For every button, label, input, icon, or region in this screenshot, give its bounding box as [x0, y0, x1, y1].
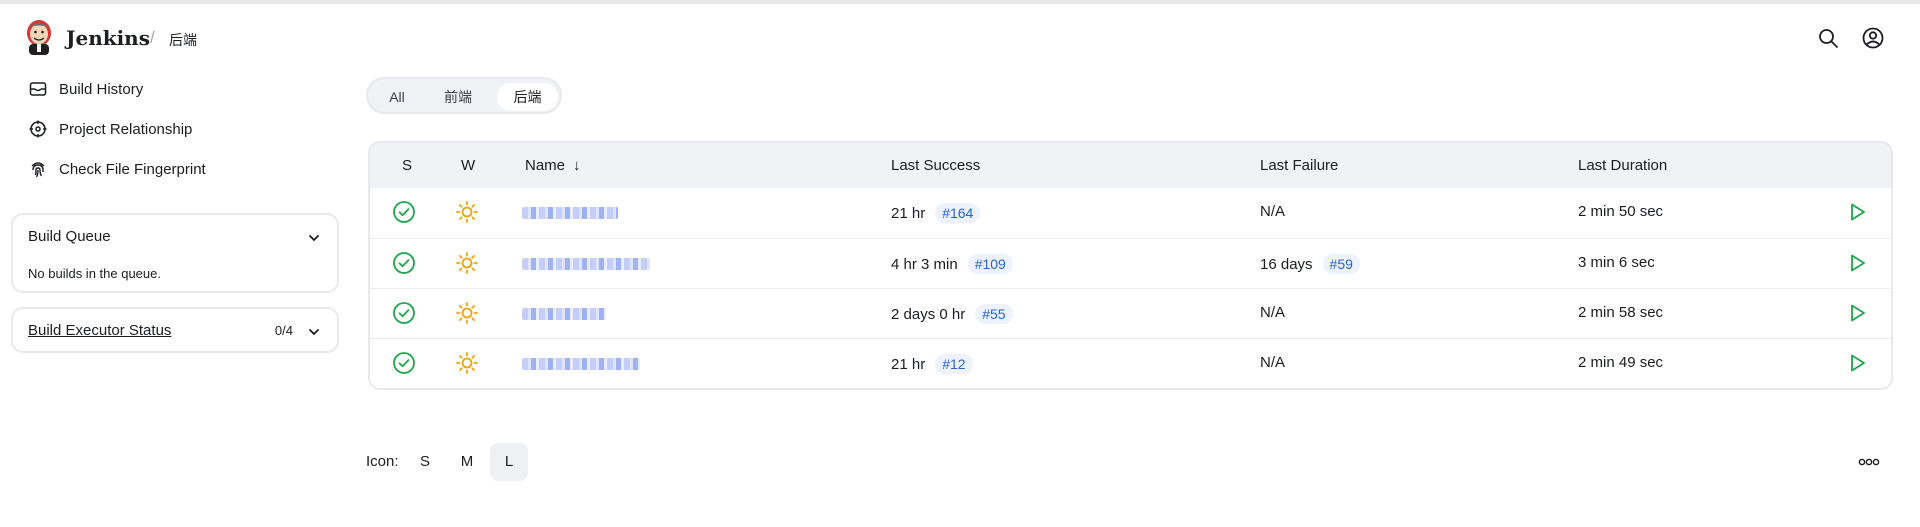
sidebar-item-project-relationship[interactable]: Project Relationship — [28, 119, 192, 139]
last-failure-time: N/A — [1260, 304, 1286, 321]
sidebar-item-label: Project Relationship — [59, 120, 193, 138]
sunny-weather-icon — [456, 352, 478, 374]
last-duration-cell: 2 min 50 sec — [1578, 203, 1664, 220]
redacted-job-name — [522, 308, 606, 320]
job-name-link[interactable] — [522, 206, 618, 219]
icon-size-large-button[interactable]: L — [490, 443, 528, 481]
chevron-down-icon[interactable] — [307, 231, 321, 245]
job-name-link[interactable] — [522, 307, 606, 320]
column-header-status[interactable]: S — [402, 157, 412, 174]
project-relationship-icon — [29, 120, 47, 138]
success-status-icon — [393, 252, 415, 274]
chevron-down-icon[interactable] — [307, 325, 321, 339]
redacted-job-name — [522, 358, 640, 370]
last-failure-time: N/A — [1260, 354, 1286, 371]
table-row: 4 hr 3 min #109 16 days #59 3 min 6 sec — [370, 238, 1891, 288]
build-queue-panel: Build Queue No builds in the queue. — [11, 213, 339, 293]
sort-arrow-icon: ↓ — [573, 157, 581, 174]
column-header-weather[interactable]: W — [461, 157, 475, 174]
breadcrumb-separator: / — [150, 28, 155, 47]
sunny-weather-icon — [456, 302, 478, 324]
redacted-job-name — [522, 207, 618, 219]
last-failure-cell: N/A — [1260, 304, 1285, 321]
run-build-icon[interactable] — [1845, 251, 1869, 275]
build-queue-empty-text: No builds in the queue. — [28, 266, 161, 281]
user-icon[interactable] — [1861, 26, 1885, 50]
run-build-icon[interactable] — [1845, 351, 1869, 375]
app-brand[interactable]: Jenkins — [66, 26, 150, 50]
icon-size-small-button[interactable]: S — [406, 443, 444, 481]
success-status-icon — [393, 352, 415, 374]
icon-size-medium-button[interactable]: M — [448, 443, 486, 481]
run-build-icon[interactable] — [1845, 200, 1869, 224]
last-failure-time: 16 days — [1260, 256, 1313, 273]
last-success-build-link[interactable]: #109 — [967, 254, 1013, 274]
last-success-time: 21 hr — [891, 205, 926, 222]
column-header-last-success[interactable]: Last Success — [891, 157, 980, 174]
last-failure-time: N/A — [1260, 203, 1286, 220]
build-executor-panel: Build Executor Status 0/4 — [11, 307, 339, 353]
column-header-last-duration[interactable]: Last Duration — [1578, 157, 1667, 174]
executor-count: 0/4 — [274, 323, 293, 338]
last-success-cell: 2 days 0 hr #55 — [891, 304, 1013, 324]
sidebar-item-build-history[interactable]: Build History — [28, 79, 143, 99]
build-history-icon — [29, 82, 47, 96]
last-failure-cell: N/A — [1260, 203, 1285, 220]
sunny-weather-icon — [456, 201, 478, 223]
success-status-icon — [393, 302, 415, 324]
redacted-job-name — [522, 258, 650, 270]
sunny-weather-icon — [456, 252, 478, 274]
search-icon[interactable] — [1816, 26, 1840, 50]
tab-frontend[interactable]: 前端 — [438, 83, 478, 111]
sidebar-item-check-file-fingerprint[interactable]: Check File Fingerprint — [28, 159, 206, 179]
breadcrumb-current[interactable]: 后端 — [169, 30, 197, 50]
last-duration-cell: 3 min 6 sec — [1578, 254, 1655, 271]
column-header-last-failure[interactable]: Last Failure — [1260, 157, 1338, 174]
last-failure-cell: N/A — [1260, 354, 1285, 371]
sidebar-item-label: Build History — [59, 80, 144, 98]
table-row: 2 days 0 hr #55 N/A 2 min 58 sec — [370, 288, 1891, 338]
last-success-build-link[interactable]: #55 — [975, 304, 1013, 324]
build-executor-link[interactable]: Build Executor Status — [28, 322, 171, 339]
last-success-cell: 4 hr 3 min #109 — [891, 254, 1013, 274]
job-name-link[interactable] — [522, 357, 640, 370]
last-success-cell: 21 hr #164 — [891, 203, 981, 223]
tab-backend[interactable]: 后端 — [497, 83, 558, 111]
fingerprint-icon — [31, 162, 45, 178]
more-options-icon[interactable] — [1858, 457, 1880, 467]
last-failure-build-link[interactable]: #59 — [1322, 254, 1360, 274]
view-tabs: All 前端 后端 — [366, 77, 562, 114]
last-duration-cell: 2 min 58 sec — [1578, 304, 1664, 321]
run-build-icon[interactable] — [1845, 301, 1869, 325]
column-header-name-label: Name — [525, 157, 566, 174]
last-success-cell: 21 hr #12 — [891, 354, 973, 374]
last-success-build-link[interactable]: #12 — [935, 354, 973, 374]
page-header: Jenkins / 后端 — [0, 4, 1920, 70]
jobs-table-body: 21 hr #164 N/A 2 min 50 sec 4 hr 3 min #10… — [370, 188, 1891, 388]
sidebar-item-label: Check File Fingerprint — [59, 160, 206, 178]
jobs-table: S W Name ↓ Last Success Last Failure Last… — [368, 141, 1893, 390]
last-success-build-link[interactable]: #164 — [935, 203, 981, 223]
jenkins-logo[interactable] — [22, 18, 56, 56]
last-success-time: 21 hr — [891, 356, 926, 373]
tab-all[interactable]: All — [378, 83, 416, 111]
column-header-name[interactable]: Name ↓ — [525, 157, 581, 174]
job-name-link[interactable] — [522, 257, 650, 270]
last-success-time: 4 hr 3 min — [891, 256, 958, 273]
table-row: 21 hr #164 N/A 2 min 50 sec — [370, 188, 1891, 238]
last-failure-cell: 16 days #59 — [1260, 254, 1360, 274]
icon-size-label: Icon: — [366, 453, 399, 470]
table-row: 21 hr #12 N/A 2 min 49 sec — [370, 338, 1891, 388]
success-status-icon — [393, 201, 415, 223]
last-duration-cell: 2 min 49 sec — [1578, 354, 1664, 371]
last-success-time: 2 days 0 hr — [891, 306, 966, 323]
build-queue-title[interactable]: Build Queue — [28, 228, 111, 245]
